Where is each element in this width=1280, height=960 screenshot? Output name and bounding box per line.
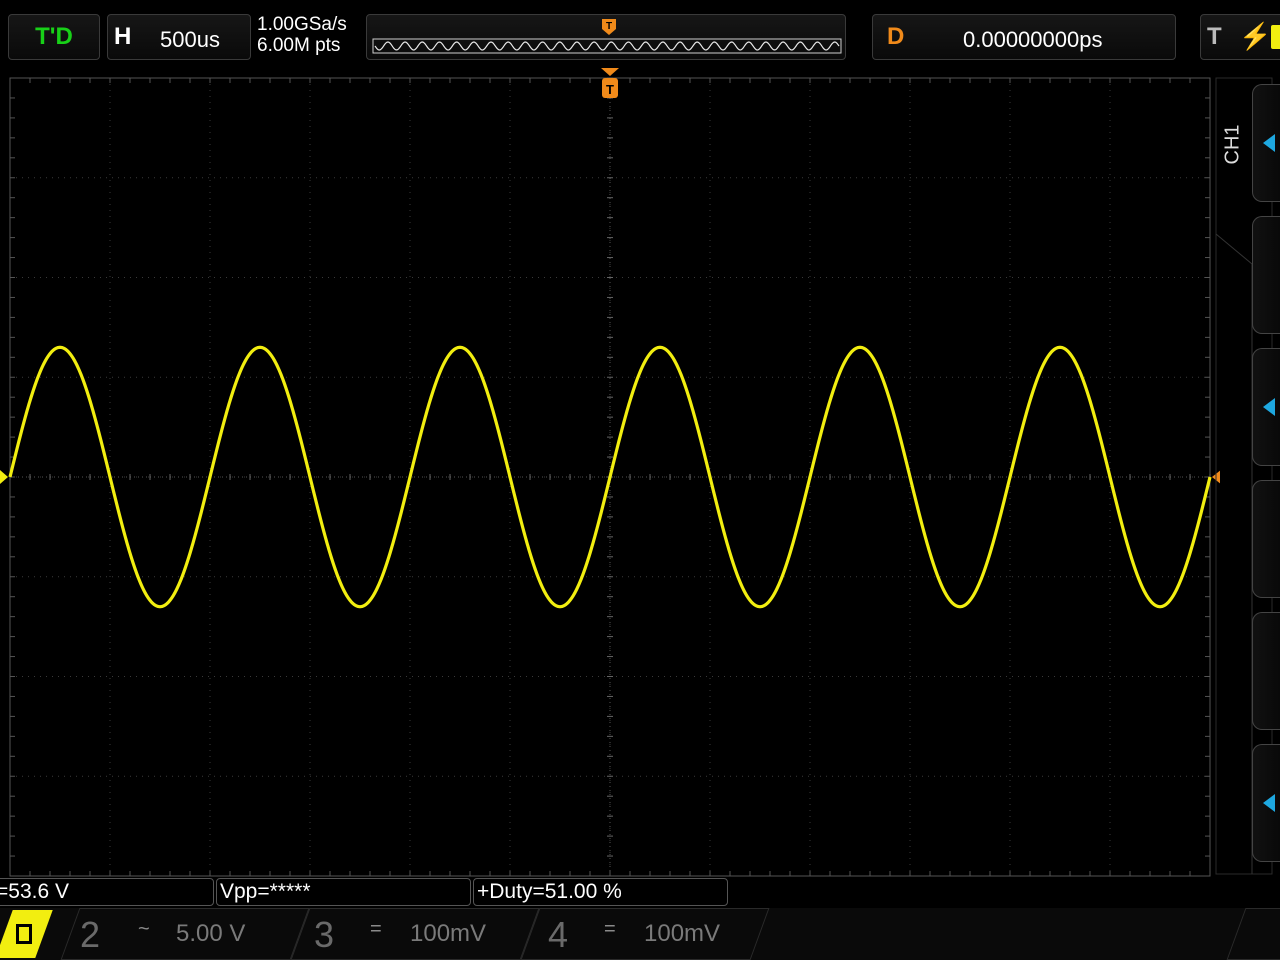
- trigger-position-marker-text: T: [606, 82, 614, 97]
- horizontal-timebase-box[interactable]: H 500us: [107, 14, 251, 60]
- sample-rate: 1.00GSa/s: [257, 14, 347, 35]
- ch1-offset-marker-icon: [0, 470, 8, 484]
- channel-2-coupling: ~: [138, 918, 150, 940]
- horizontal-label: H: [114, 23, 132, 50]
- trigger-position-arrow-icon: [601, 68, 619, 76]
- channel-4-number: 4: [548, 914, 569, 955]
- channel-bar-end: [1226, 908, 1280, 960]
- softkey-4[interactable]: [1252, 480, 1280, 598]
- rising-edge-icon: ⚡: [1239, 21, 1272, 51]
- memory-trigger-marker-text: T: [606, 21, 612, 32]
- channel-bar: 2 ~ 5.00 V 3 = 100mV 4 = 100mV: [0, 908, 1280, 960]
- measurement-1[interactable]: =53.6 V: [0, 878, 214, 906]
- waveform-grid: TT: [0, 68, 1220, 877]
- left-arrow-icon: [1263, 134, 1275, 152]
- channel-2-number: 2: [80, 914, 101, 955]
- memory-overview[interactable]: T: [366, 14, 846, 60]
- trigger-source-icon: [1271, 25, 1280, 49]
- channel-3-number: 3: [314, 914, 335, 955]
- waveform-display[interactable]: TT: [0, 66, 1220, 880]
- measurement-2[interactable]: Vpp=*****: [216, 878, 471, 906]
- softkey-2[interactable]: [1252, 216, 1280, 334]
- left-arrow-icon: [1263, 794, 1275, 812]
- timebase-value: 500us: [160, 27, 220, 52]
- trigger-box[interactable]: T ⚡: [1200, 14, 1280, 60]
- run-status-indicator[interactable]: T'D: [8, 14, 100, 60]
- memory-depth: 6.00M pts: [257, 35, 341, 56]
- channel-4-scale: 100mV: [644, 920, 721, 947]
- side-menu-channel-label: CH1: [1221, 124, 1244, 165]
- channel-2-scale: 5.00 V: [176, 920, 246, 947]
- channel-3-scale: 100mV: [410, 920, 487, 947]
- left-arrow-icon: [1263, 398, 1275, 416]
- delay-label: D: [887, 23, 905, 50]
- measurement-3[interactable]: +Duty=51.00 %: [473, 878, 728, 906]
- softkey-3[interactable]: [1252, 348, 1280, 466]
- channel-3-coupling: =: [370, 918, 382, 940]
- delay-box[interactable]: D 0.00000000ps: [872, 14, 1176, 60]
- memory-overview-waveform: T: [372, 19, 842, 54]
- delay-value: 0.00000000ps: [963, 27, 1103, 52]
- trigger-label: T: [1207, 23, 1222, 50]
- top-status-bar: T'D H 500us 1.00GSa/s 6.00M pts T D 0.00…: [0, 0, 1280, 66]
- channel-4-coupling: =: [604, 918, 616, 940]
- softkey-5[interactable]: [1252, 612, 1280, 730]
- acquisition-info: 1.00GSa/s 6.00M pts: [257, 14, 347, 56]
- softkey-1[interactable]: [1252, 84, 1280, 202]
- softkey-6[interactable]: [1252, 744, 1280, 862]
- channel-1-icon: [16, 924, 32, 944]
